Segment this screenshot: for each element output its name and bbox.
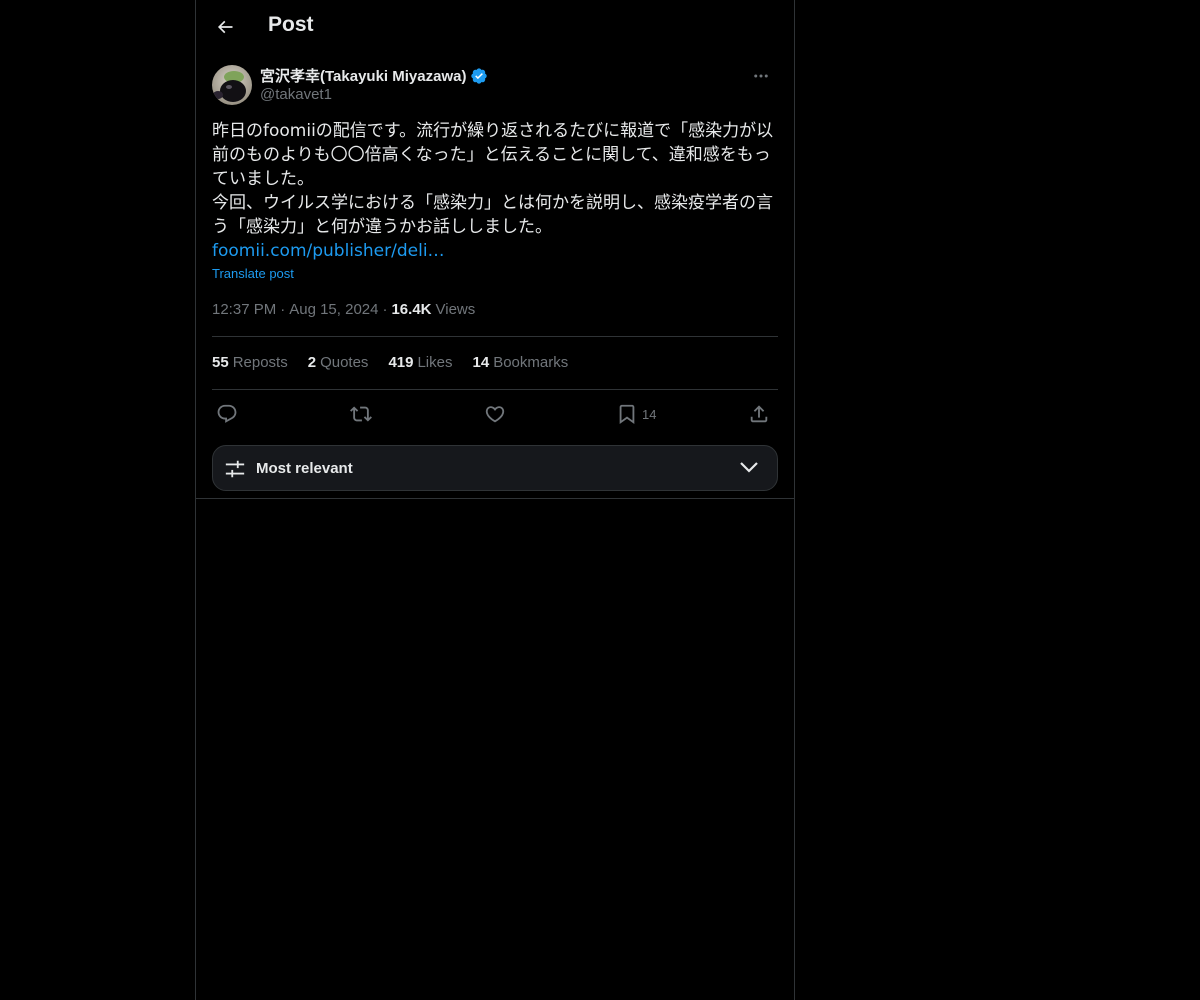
action-bar: 14 bbox=[212, 398, 778, 430]
divider bbox=[212, 389, 778, 390]
engagement-stats: 55 Reposts 2 Quotes 419 Likes 14 Bookmarks bbox=[212, 354, 568, 371]
reply-button[interactable] bbox=[216, 398, 238, 430]
sliders-icon bbox=[224, 458, 246, 480]
heart-icon bbox=[484, 403, 506, 425]
bookmark-count: 14 bbox=[642, 406, 657, 422]
share-icon bbox=[748, 403, 770, 425]
views-count: 16.4K bbox=[391, 301, 432, 318]
views-label: Views bbox=[435, 301, 476, 318]
post-link[interactable]: foomii.com/publisher/deli… bbox=[212, 239, 445, 263]
back-button[interactable] bbox=[208, 10, 242, 44]
stat-likes[interactable]: 419 Likes bbox=[388, 354, 452, 371]
post-date[interactable]: Aug 15, 2024 bbox=[289, 301, 378, 318]
share-button[interactable] bbox=[748, 398, 770, 430]
verified-badge-icon bbox=[470, 67, 488, 85]
post-meta: 12:37 PM · Aug 15, 2024 · 16.4K Views bbox=[212, 301, 475, 318]
sort-replies-dropdown[interactable]: Most relevant bbox=[212, 445, 778, 491]
repost-button[interactable] bbox=[350, 398, 372, 430]
author-name: 宮沢孝幸(Takayuki Miyazawa) bbox=[260, 68, 467, 85]
meta-separator: · bbox=[280, 301, 286, 318]
post-text: 昨日のfoomiiの配信です。流行が繰り返されるたびに報道で「感染力が以前のもの… bbox=[212, 121, 774, 237]
author-name-row[interactable]: 宮沢孝幸(Takayuki Miyazawa) bbox=[260, 65, 488, 86]
like-button[interactable] bbox=[484, 398, 506, 430]
stat-bookmarks[interactable]: 14 Bookmarks bbox=[473, 354, 569, 371]
sort-label: Most relevant bbox=[256, 460, 353, 477]
stat-reposts[interactable]: 55 Reposts bbox=[212, 354, 288, 371]
meta-separator: · bbox=[382, 301, 388, 318]
author-handle[interactable]: @takavet1 bbox=[260, 86, 332, 103]
arrow-left-icon bbox=[215, 17, 235, 37]
bookmark-button[interactable]: 14 bbox=[616, 398, 656, 430]
more-options-button[interactable] bbox=[744, 64, 778, 88]
author-block: 宮沢孝幸(Takayuki Miyazawa) @takavet1 bbox=[212, 64, 778, 108]
page-title: Post bbox=[268, 13, 314, 36]
divider bbox=[212, 336, 778, 337]
page-header: Post bbox=[196, 0, 794, 54]
main-column: Post 宮沢孝幸(Takayuki Miyazawa) @takavet1 昨… bbox=[195, 0, 795, 1000]
divider bbox=[196, 498, 794, 499]
chevron-down-icon bbox=[739, 460, 759, 476]
repost-icon bbox=[350, 403, 372, 425]
translate-post-link[interactable]: Translate post bbox=[212, 266, 294, 281]
reply-icon bbox=[216, 403, 238, 425]
more-dots-icon bbox=[752, 67, 770, 85]
stat-quotes[interactable]: 2 Quotes bbox=[308, 354, 369, 371]
post-time[interactable]: 12:37 PM bbox=[212, 301, 276, 318]
bookmark-icon bbox=[616, 403, 638, 425]
avatar[interactable] bbox=[212, 65, 252, 105]
